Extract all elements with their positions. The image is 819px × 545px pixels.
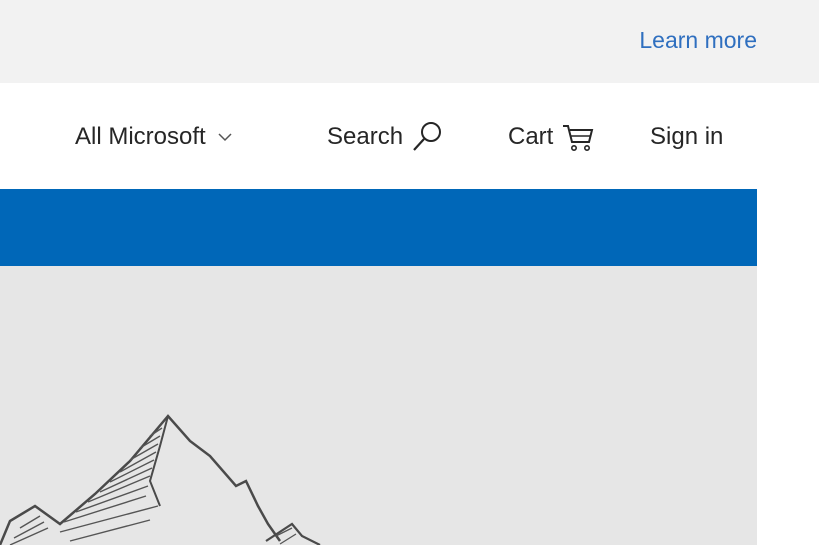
all-microsoft-menu[interactable]: All Microsoft	[75, 120, 232, 154]
mountain-illustration	[0, 414, 321, 545]
cart-label: Cart	[508, 123, 554, 150]
sign-in-button[interactable]: Sign in	[650, 120, 723, 154]
page: Learn more All Microsoft Search Cart Sig…	[0, 0, 819, 545]
brand-banner	[0, 189, 757, 266]
hero-image	[0, 266, 757, 545]
search-button[interactable]: Search	[327, 120, 443, 154]
learn-more-link[interactable]: Learn more	[639, 26, 757, 54]
search-icon	[413, 122, 442, 151]
sign-in-label: Sign in	[650, 123, 724, 150]
cart-button[interactable]: Cart	[508, 120, 595, 154]
notice-bar: Learn more	[0, 0, 819, 83]
all-microsoft-label: All Microsoft	[75, 123, 206, 150]
chevron-down-icon	[218, 133, 232, 142]
cart-icon	[563, 125, 594, 151]
search-label: Search	[327, 123, 404, 150]
